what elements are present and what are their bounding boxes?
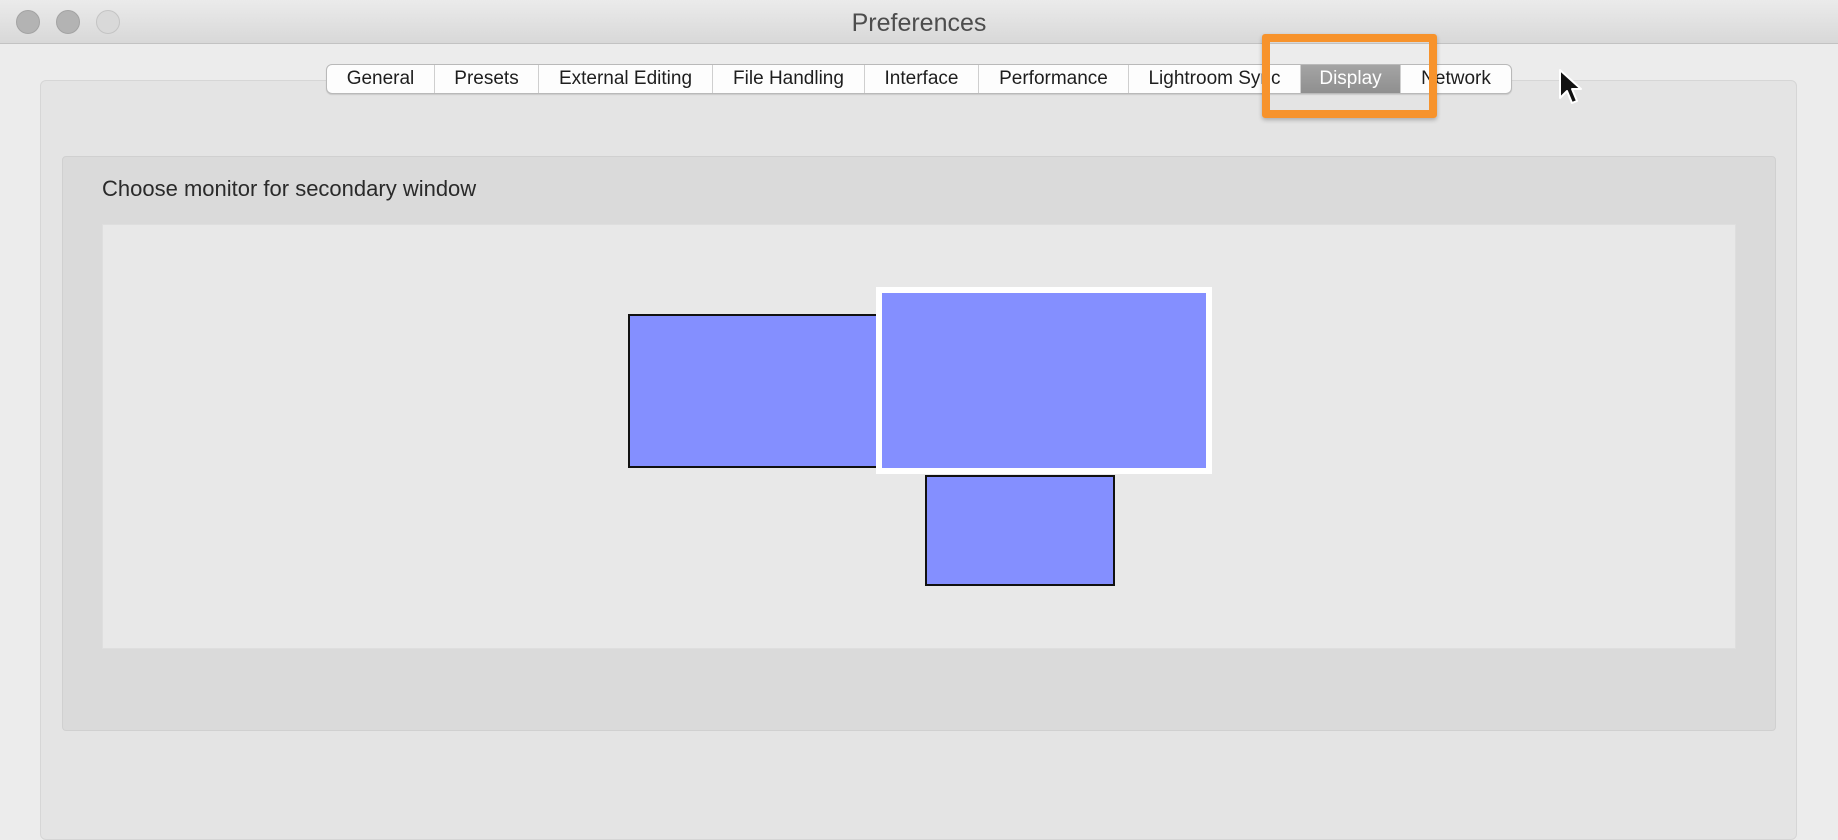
tab-display[interactable]: Display	[1301, 65, 1401, 93]
title-bar: Preferences	[0, 0, 1838, 44]
monitor-primary-selected[interactable]	[876, 287, 1212, 474]
section-label: Choose monitor for secondary window	[102, 176, 477, 201]
tab-interface[interactable]: Interface	[865, 65, 979, 93]
tab-performance[interactable]: Performance	[979, 65, 1129, 93]
tab-file-handling[interactable]: File Handling	[713, 65, 865, 93]
tab-network[interactable]: Network	[1401, 65, 1511, 93]
window-title: Preferences	[851, 9, 987, 37]
monitor-left[interactable]	[628, 314, 880, 468]
preferences-tab-bar: General Presets External Editing File Ha…	[326, 64, 1512, 94]
monitor-bottom[interactable]	[925, 475, 1115, 586]
tab-lightroom-sync[interactable]: Lightroom Sync	[1129, 65, 1301, 93]
tab-presets[interactable]: Presets	[435, 65, 539, 93]
tab-external-editing[interactable]: External Editing	[539, 65, 713, 93]
tab-general[interactable]: General	[327, 65, 435, 93]
arrow-cursor-icon	[1559, 69, 1582, 104]
